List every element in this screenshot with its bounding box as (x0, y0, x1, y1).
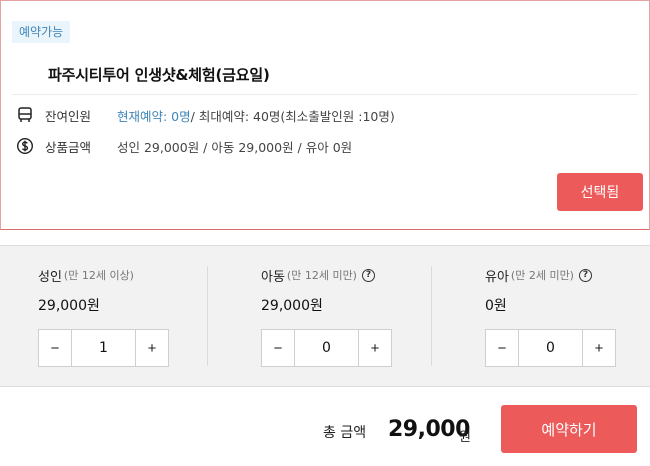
help-icon[interactable]: ? (361, 268, 375, 282)
adult-quantity-input[interactable]: 1 (72, 330, 135, 366)
infant-price: 0원 (485, 298, 507, 314)
availability-badge: 예약가능 (12, 21, 71, 43)
bus-icon (15, 105, 35, 125)
footer-bar: 총 금액 29,000 원 예약하기 (0, 388, 650, 466)
price-row: 상품금액 성인 29,000원 / 아동 29,000원 / 유아 0원 (15, 136, 352, 156)
selected-button[interactable]: 선택됨 (557, 173, 643, 211)
adult-plus-button[interactable]: + (135, 330, 168, 366)
quantity-panel: 성인 (만 12세 이상) 29,000원 − 1 + 아동 (만 12세 미만… (0, 245, 650, 387)
remaining-value: 현재예약: 0명/ 최대예약: 40명(최소출발인원 :10명) (117, 106, 395, 125)
help-icon[interactable]: ? (578, 268, 592, 282)
adult-label: 성인 (만 12세 이상) (38, 266, 238, 285)
child-name: 아동 (261, 269, 285, 285)
column-divider (431, 266, 432, 366)
infant-quantity-stepper: − 0 + (485, 329, 616, 367)
divider (12, 94, 638, 95)
max-reservation: / 최대예약: 40명(최소출발인원 :10명) (190, 108, 395, 124)
remaining-row: 잔여인원 현재예약: 0명/ 최대예약: 40명(최소출발인원 :10명) (15, 105, 395, 125)
price-label: 상품금액 (45, 139, 92, 155)
child-plus-button[interactable]: + (358, 330, 391, 366)
infant-name: 유아 (485, 269, 509, 285)
infant-plus-button[interactable]: + (582, 330, 615, 366)
infant-minus-button[interactable]: − (486, 330, 519, 366)
current-reservation: 현재예약: 0명 (117, 108, 191, 124)
total-unit: 원 (459, 430, 471, 445)
adult-age: (만 12세 이상) (63, 269, 134, 282)
infant-column: 유아 (만 2세 미만) ? 0원 − 0 + (485, 266, 650, 376)
child-age: (만 12세 미만) (286, 269, 357, 282)
child-quantity-stepper: − 0 + (261, 329, 392, 367)
infant-age: (만 2세 미만) (510, 269, 574, 282)
dollar-circle-icon (15, 136, 35, 156)
total-amount: 29,000 (388, 417, 470, 442)
adult-minus-button[interactable]: − (39, 330, 72, 366)
child-quantity-input[interactable]: 0 (295, 330, 358, 366)
column-divider (207, 266, 208, 366)
product-card: 예약가능 파주시티투어 인생샷&체험(금요일) 잔여인원 현재예약: 0명/ 최… (0, 0, 650, 230)
price-value: 성인 29,000원 / 아동 29,000원 / 유아 0원 (117, 139, 353, 155)
adult-price: 29,000원 (38, 298, 100, 314)
adult-name: 성인 (38, 269, 62, 285)
infant-label: 유아 (만 2세 미만) ? (485, 266, 650, 285)
remaining-label: 잔여인원 (45, 108, 92, 124)
adult-quantity-stepper: − 1 + (38, 329, 169, 367)
adult-column: 성인 (만 12세 이상) 29,000원 − 1 + (38, 266, 238, 376)
book-button[interactable]: 예약하기 (501, 405, 637, 453)
product-title: 파주시티투어 인생샷&체험(금요일) (48, 66, 270, 84)
child-minus-button[interactable]: − (262, 330, 295, 366)
infant-quantity-input[interactable]: 0 (519, 330, 582, 366)
total-label: 총 금액 (323, 425, 367, 441)
